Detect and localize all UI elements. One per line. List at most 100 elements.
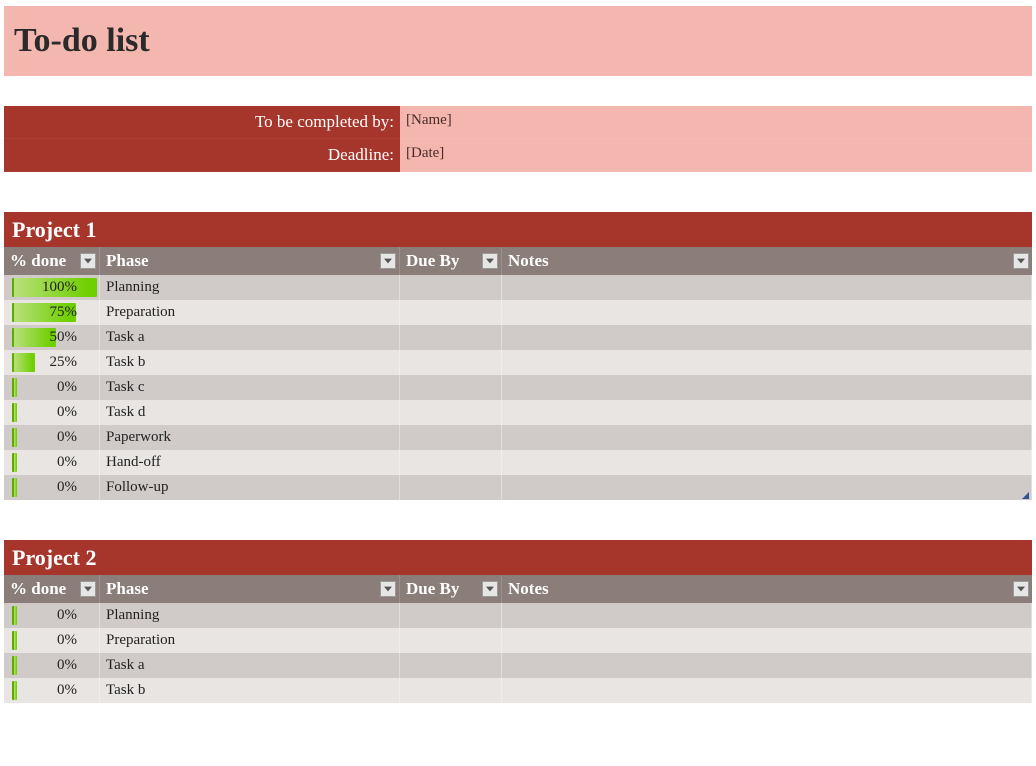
project-section: Project 2 % done Phase Due By Notes 0% [4, 540, 1032, 703]
cell-percent-done[interactable]: 0% [4, 475, 100, 500]
col-header-percent-done[interactable]: % done [4, 575, 100, 603]
cell-phase[interactable]: Planning [100, 275, 400, 300]
cell-notes[interactable] [502, 450, 1032, 475]
filter-percent-done-icon[interactable] [80, 253, 96, 269]
cell-phase[interactable]: Hand-off [100, 450, 400, 475]
percent-label: 0% [57, 682, 95, 699]
col-header-due-by[interactable]: Due By [400, 575, 502, 603]
cell-notes[interactable] [502, 628, 1032, 653]
cell-notes[interactable] [502, 400, 1032, 425]
cell-due-by[interactable] [400, 300, 502, 325]
cell-due-by[interactable] [400, 400, 502, 425]
column-header-row: % done Phase Due By Notes [4, 575, 1032, 603]
cell-percent-done[interactable]: 0% [4, 425, 100, 450]
col-header-due-by[interactable]: Due By [400, 247, 502, 275]
meta-completed-by-label: To be completed by: [4, 106, 400, 139]
percent-label: 75% [50, 304, 96, 321]
percent-label: 0% [57, 429, 95, 446]
filter-due-by-icon[interactable] [482, 253, 498, 269]
filter-phase-icon[interactable] [380, 581, 396, 597]
cell-due-by[interactable] [400, 275, 502, 300]
cell-phase[interactable]: Follow-up [100, 475, 400, 500]
cell-due-by[interactable] [400, 450, 502, 475]
cell-phase[interactable]: Task b [100, 350, 400, 375]
col-header-notes[interactable]: Notes [502, 575, 1032, 603]
meta-deadline-value[interactable]: [Date] [400, 139, 1032, 172]
table-row: 0% Planning [4, 603, 1032, 628]
table-resize-handle-icon[interactable] [1022, 492, 1029, 499]
cell-due-by[interactable] [400, 375, 502, 400]
percent-label: 25% [50, 354, 96, 371]
table-row: 0% Task c [4, 375, 1032, 400]
col-header-notes[interactable]: Notes [502, 247, 1032, 275]
cell-notes[interactable] [502, 475, 1032, 500]
column-header-row: % done Phase Due By Notes [4, 247, 1032, 275]
cell-notes[interactable] [502, 275, 1032, 300]
table-row: 25% Task b [4, 350, 1032, 375]
cell-phase[interactable]: Task b [100, 678, 400, 703]
percent-label: 0% [57, 454, 95, 471]
cell-due-by[interactable] [400, 678, 502, 703]
cell-notes[interactable] [502, 653, 1032, 678]
cell-notes[interactable] [502, 603, 1032, 628]
filter-phase-icon[interactable] [380, 253, 396, 269]
cell-due-by[interactable] [400, 350, 502, 375]
meta-grid: To be completed by: [Name] Deadline: [Da… [4, 106, 1032, 172]
cell-phase[interactable]: Task a [100, 653, 400, 678]
filter-notes-icon[interactable] [1013, 253, 1029, 269]
table-row: 0% Preparation [4, 628, 1032, 653]
filter-notes-icon[interactable] [1013, 581, 1029, 597]
table-row: 100% Planning [4, 275, 1032, 300]
cell-notes[interactable] [502, 678, 1032, 703]
cell-due-by[interactable] [400, 325, 502, 350]
cell-due-by[interactable] [400, 425, 502, 450]
cell-percent-done[interactable]: 0% [4, 678, 100, 703]
percent-label: 0% [57, 632, 95, 649]
project-title: Project 1 [4, 212, 1032, 247]
cell-percent-done[interactable]: 75% [4, 300, 100, 325]
cell-percent-done[interactable]: 0% [4, 400, 100, 425]
cell-phase[interactable]: Planning [100, 603, 400, 628]
cell-phase[interactable]: Task d [100, 400, 400, 425]
table-row: 0% Hand-off [4, 450, 1032, 475]
filter-due-by-icon[interactable] [482, 581, 498, 597]
table-row: 0% Task b [4, 678, 1032, 703]
cell-percent-done[interactable]: 100% [4, 275, 100, 300]
cell-percent-done[interactable]: 0% [4, 375, 100, 400]
cell-percent-done[interactable]: 0% [4, 450, 100, 475]
spacer [0, 500, 1036, 540]
table-row: 0% Task a [4, 653, 1032, 678]
filter-percent-done-icon[interactable] [80, 581, 96, 597]
table-row: 0% Task d [4, 400, 1032, 425]
cell-phase[interactable]: Preparation [100, 628, 400, 653]
cell-percent-done[interactable]: 0% [4, 653, 100, 678]
cell-percent-done[interactable]: 50% [4, 325, 100, 350]
cell-notes[interactable] [502, 375, 1032, 400]
cell-due-by[interactable] [400, 603, 502, 628]
cell-phase[interactable]: Preparation [100, 300, 400, 325]
cell-percent-done[interactable]: 25% [4, 350, 100, 375]
cell-due-by[interactable] [400, 628, 502, 653]
cell-phase[interactable]: Task a [100, 325, 400, 350]
col-header-phase[interactable]: Phase [100, 575, 400, 603]
cell-notes[interactable] [502, 300, 1032, 325]
project-section: Project 1 % done Phase Due By Notes 100% [4, 212, 1032, 500]
table-row: 50% Task a [4, 325, 1032, 350]
cell-notes[interactable] [502, 325, 1032, 350]
cell-percent-done[interactable]: 0% [4, 603, 100, 628]
cell-phase[interactable]: Paperwork [100, 425, 400, 450]
meta-completed-by-value[interactable]: [Name] [400, 106, 1032, 139]
cell-notes[interactable] [502, 350, 1032, 375]
cell-due-by[interactable] [400, 475, 502, 500]
percent-label: 0% [57, 379, 95, 396]
meta-deadline-label: Deadline: [4, 139, 400, 172]
cell-phase[interactable]: Task c [100, 375, 400, 400]
cell-due-by[interactable] [400, 653, 502, 678]
rows-wrap: 0% Planning 0% Preparation [4, 603, 1032, 703]
spacer [0, 172, 1036, 212]
col-header-phase[interactable]: Phase [100, 247, 400, 275]
table-row: 75% Preparation [4, 300, 1032, 325]
cell-notes[interactable] [502, 425, 1032, 450]
col-header-percent-done[interactable]: % done [4, 247, 100, 275]
cell-percent-done[interactable]: 0% [4, 628, 100, 653]
